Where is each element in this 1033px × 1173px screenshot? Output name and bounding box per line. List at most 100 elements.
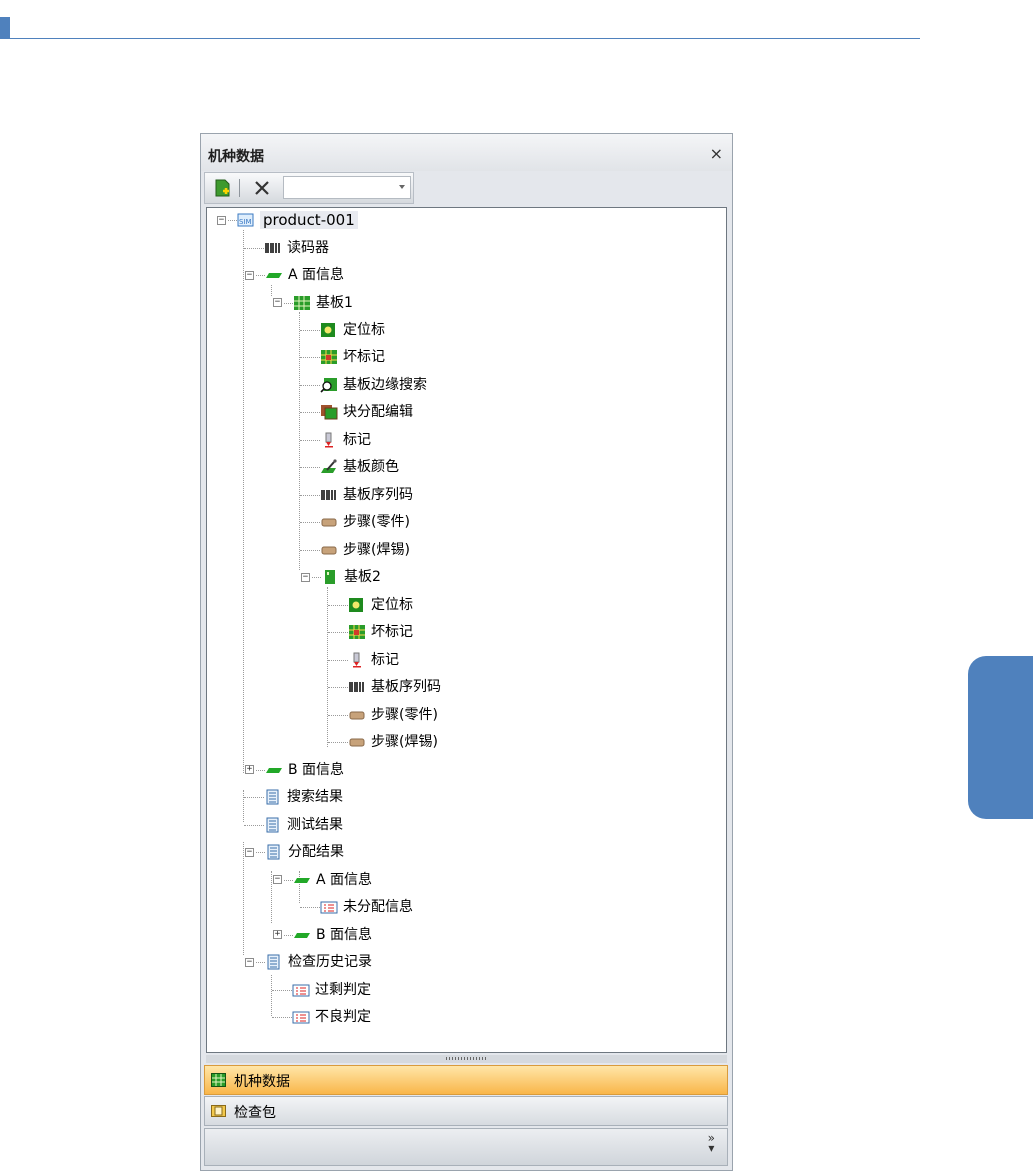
chapter-side-tab [968,656,1033,819]
collapse-icon[interactable]: − [301,573,310,582]
pane-splitter[interactable] [206,1055,727,1063]
tree-guide-line [327,587,328,747]
tree-node-board1[interactable]: 基板1 [293,293,353,313]
tree-node-fiducial[interactable]: 定位标 [320,320,385,340]
tree-node-defect-judgement[interactable]: 不良判定 [292,1007,371,1027]
tree-node-label: 定位标 [371,597,413,613]
board-side-icon [294,933,310,938]
tree-node-assign-result[interactable]: 分配结果 [265,842,344,862]
barcode-icon [265,243,280,253]
close-icon[interactable]: × [710,144,723,163]
collapse-icon[interactable]: − [245,848,254,857]
info-list-icon [320,901,338,914]
tree-node-board-serial-2[interactable]: 基板序列码 [348,677,441,697]
tree-guide-line [300,357,320,358]
tree-node-label: 基板2 [344,569,381,585]
svg-text:SIM: SIM [239,218,252,226]
tree-node-inspection-history[interactable]: 检查历史记录 [265,952,372,972]
toolbar-separator [239,179,240,197]
component-icon [349,711,365,720]
expand-icon[interactable]: + [273,930,282,939]
tree-guide-line [300,467,320,468]
tree-node-step-solder[interactable]: 步骤(焊锡) [320,540,410,560]
tree-guide-line [256,770,265,771]
panel-title: 机种数据 [208,149,264,165]
delete-button[interactable] [252,178,272,198]
tree-node-over-judgement[interactable]: 过剩判定 [292,980,371,1000]
tree-node-label: B 面信息 [288,762,345,778]
tree-guide-line [299,312,300,570]
tree-node-mark-2[interactable]: 标记 [348,650,399,670]
chevron-down-icon[interactable] [399,185,405,189]
tree-node-label: 基板边缘搜索 [343,377,427,393]
tree-node-label: 不良判定 [315,1009,371,1025]
tree-guide-line [244,248,264,249]
component-icon [321,518,337,527]
info-list-icon [292,984,310,997]
fiducial-icon [321,323,335,337]
barcode-icon [321,490,336,500]
tree-guide-line [284,935,293,936]
nav-model-data[interactable]: 机种数据 [204,1065,728,1095]
tree-node-barcode-reader[interactable]: 读码器 [264,238,329,258]
model-data-panel: 机种数据 × − − − − + − − + − SIM product-001… [200,133,733,1171]
tree-node-test-result[interactable]: 测试结果 [264,815,343,835]
tree-node-bad-mark-2[interactable]: 坏标记 [348,622,413,642]
collapse-icon[interactable]: − [273,298,282,307]
collapse-icon[interactable]: − [245,271,254,280]
collapse-icon[interactable]: − [245,958,254,967]
tree-node-side-b[interactable]: B 面信息 [265,760,344,780]
tree-node-label: 基板1 [316,295,353,311]
chevron-down-icon: ▾ [708,1141,715,1155]
tree-node-fiducial-2[interactable]: 定位标 [348,595,413,615]
tree-node-step-solder-2[interactable]: 步骤(焊锡) [348,732,438,752]
board-side-icon [294,878,310,883]
board-side-icon [266,768,282,773]
tree-guide-line [284,303,293,304]
tree-node-label: 基板序列码 [371,679,441,695]
tree-node-assign-side-a[interactable]: A 面信息 [293,870,372,890]
collapse-icon[interactable]: − [217,216,226,225]
more-options-button[interactable]: » ▾ [708,1132,715,1155]
splitter-grip-icon[interactable] [446,1057,486,1060]
tree-guide-line [272,990,292,991]
tree-guide-line [228,220,237,221]
tree-node-product[interactable]: SIM product-001 [237,210,358,230]
tree-node-side-a[interactable]: A 面信息 [265,265,344,285]
nav-model-data-label: 机种数据 [234,1074,290,1090]
expand-icon[interactable]: + [245,765,254,774]
document-icon [267,954,280,970]
tree-node-assign-side-b[interactable]: B 面信息 [293,925,372,945]
tree-node-label: 标记 [343,432,371,448]
nav-inspection-package[interactable]: 检查包 [204,1096,728,1126]
tree-guide-line [256,962,265,963]
tree-node-search-result[interactable]: 搜索结果 [264,787,343,807]
tree-node-board2[interactable]: 基板2 [321,567,381,587]
board-side-icon [266,273,282,278]
board-icon [325,570,335,584]
tree-node-label: A 面信息 [316,872,373,888]
tree-guide-line [328,742,348,743]
fiducial-icon [349,598,363,612]
tree-node-unassigned-info[interactable]: 未分配信息 [320,897,413,917]
tree-node-bad-mark[interactable]: 坏标记 [320,347,385,367]
add-model-button[interactable] [213,178,233,198]
model-select[interactable] [283,176,411,199]
tree-node-board-color[interactable]: 基板颜色 [320,457,399,477]
panel-titlebar: 机种数据 × [201,134,732,171]
tree-node-label: B 面信息 [316,927,373,943]
package-icon [211,1105,226,1117]
tree-node-edge-search[interactable]: 基板边缘搜索 [320,375,427,395]
document-icon [266,817,279,833]
tree-node-mark[interactable]: 标记 [320,430,371,450]
model-data-tree: − − − − + − − + − SIM product-001 读码器 A … [206,207,727,1053]
tree-node-label: 坏标记 [371,624,413,640]
tree-node-block-assign[interactable]: 块分配编辑 [320,402,413,422]
tree-node-step-component[interactable]: 步骤(零件) [320,512,410,532]
tree-guide-line [328,605,348,606]
tree-node-label: 坏标记 [343,349,385,365]
barcode-icon [349,682,364,692]
tree-node-board-serial[interactable]: 基板序列码 [320,485,413,505]
tree-node-step-component-2[interactable]: 步骤(零件) [348,705,438,725]
collapse-icon[interactable]: − [273,875,282,884]
